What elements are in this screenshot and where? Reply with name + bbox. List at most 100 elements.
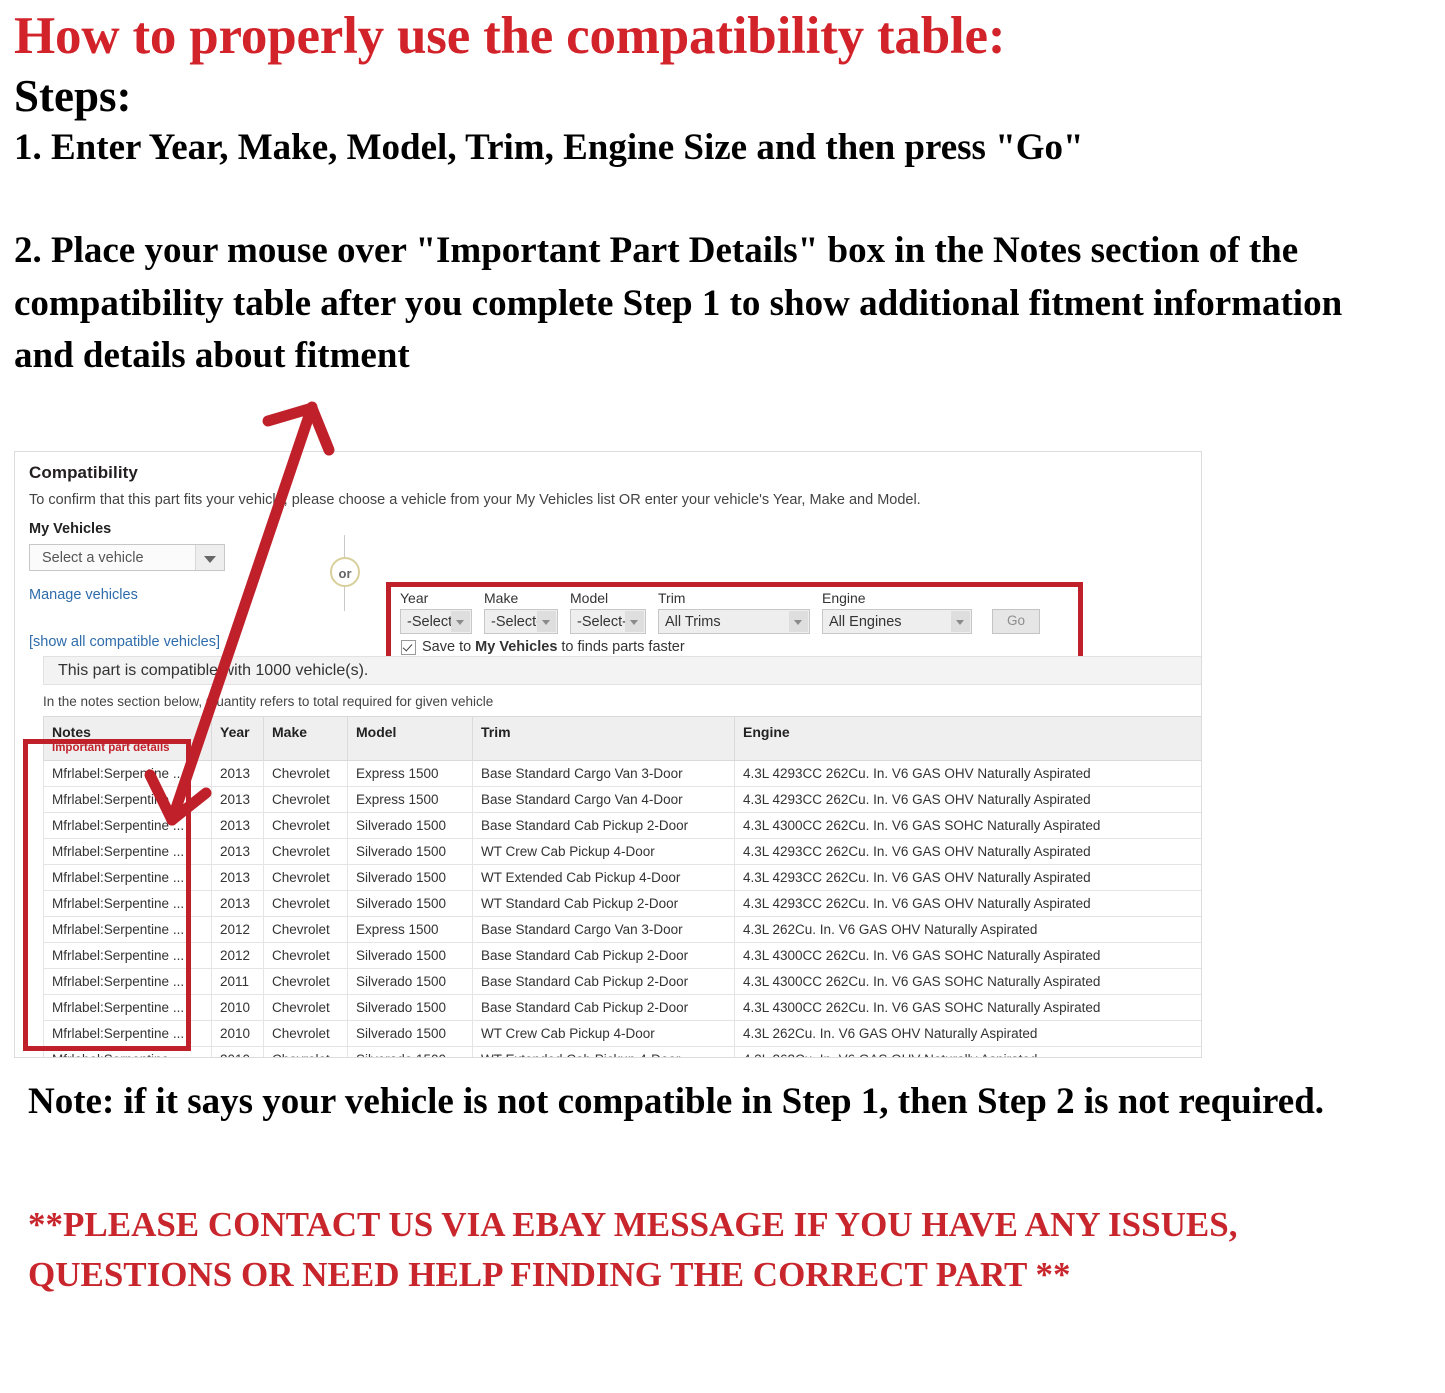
cell-make: Chevrolet [263,942,348,969]
cell-year: 2012 [211,916,264,943]
cell-notes[interactable]: Mfrlabel:Serpentine ... [43,968,212,995]
cell-model: Express 1500 [347,786,473,813]
table-row: Mfrlabel:Serpentine ...2010ChevroletSilv… [43,1046,1201,1057]
cell-engine: 4.3L 4300CC 262Cu. In. V6 GAS SOHC Natur… [734,968,1201,995]
save-text-bold: My Vehicles [475,639,558,655]
cell-model: Silverado 1500 [347,968,473,995]
cell-notes[interactable]: Mfrlabel:Serpentine ... [43,942,212,969]
cell-trim: WT Crew Cab Pickup 4-Door [472,838,735,865]
cell-trim: Base Standard Cargo Van 3-Door [472,760,735,787]
cell-make: Chevrolet [263,760,348,787]
cell-model: Silverado 1500 [347,1046,473,1057]
save-to-my-vehicles-row[interactable]: Save to My Vehicles to finds parts faste… [401,639,685,655]
compatibility-subtitle: To confirm that this part fits your vehi… [29,492,921,508]
col-header-engine[interactable]: Engine [734,716,1201,761]
cell-engine: 4.3L 262Cu. In. V6 GAS OHV Naturally Asp… [734,916,1201,943]
make-select[interactable]: -Select- [484,609,558,634]
field-trim: Trim All Trims [658,590,810,634]
cell-trim: Base Standard Cab Pickup 2-Door [472,812,735,839]
col-header-notes[interactable]: Notes Important part details [43,716,212,761]
cell-model: Silverado 1500 [347,1020,473,1047]
cell-engine: 4.3L 262Cu. In. V6 GAS OHV Naturally Asp… [734,1020,1201,1047]
cell-year: 2010 [211,994,264,1021]
cell-year: 2013 [211,838,264,865]
chevron-down-icon [951,611,970,632]
table-row: Mfrlabel:Serpentine ... 2013 Chevrolet Silv… [43,864,1201,891]
cell-year: 2013 [211,812,264,839]
table-row: Mfrlabel:Serpentine ... 2013 Chevrolet Silv… [43,890,1201,917]
col-header-trim[interactable]: Trim [472,716,735,761]
trim-select[interactable]: All Trims [658,609,810,634]
field-year: Year -Select- [400,590,472,634]
go-button[interactable]: Go [992,609,1040,634]
cell-model: Express 1500 [347,916,473,943]
cell-year: 2010 [211,1046,264,1057]
year-value: -Select- [407,614,457,630]
cell-notes[interactable]: Mfrlabel:Serpentine ... [43,786,212,813]
model-label: Model [570,590,609,606]
cell-make: Chevrolet [263,838,348,865]
quantity-note: In the notes section below, Quantity ref… [43,694,494,709]
cell-model: Silverado 1500 [347,890,473,917]
cell-engine: 4.3L 4293CC 262Cu. In. V6 GAS OHV Natura… [734,760,1201,787]
field-model: Model -Select- [570,590,646,634]
cell-notes[interactable]: Mfrlabel:Serpentine ... [43,1046,212,1057]
my-vehicles-label: My Vehicles [29,521,112,537]
cell-model: Express 1500 [347,760,473,787]
cell-year: 2013 [211,760,264,787]
save-checkbox[interactable] [401,639,416,655]
col-header-model[interactable]: Model [347,716,473,761]
compatibility-panel: Compatibility To confirm that this part … [14,451,1202,1058]
cell-model: Silverado 1500 [347,942,473,969]
col-header-make[interactable]: Make [263,716,348,761]
cell-notes[interactable]: Mfrlabel:Serpentine ... [43,1020,212,1047]
cell-make: Chevrolet [263,864,348,891]
steps-label: Steps: [14,71,132,122]
cell-make: Chevrolet [263,968,348,995]
page-title: How to properly use the compatibility ta… [14,7,1006,65]
table-row: Mfrlabel:Serpentine ...2010ChevroletSilv… [43,1020,1201,1047]
engine-select[interactable]: All Engines [822,609,972,634]
make-value: -Select- [491,614,541,630]
note-text: Note: if it says your vehicle is not com… [28,1081,1325,1122]
or-badge: or [330,557,360,587]
vehicle-select[interactable]: Select a vehicle [29,544,225,571]
cell-notes[interactable]: Mfrlabel:Serpentine ... [43,890,212,917]
my-vehicles-column: My Vehicles Select a vehicle Manage vehi… [29,521,289,650]
table-row: Mfrlabel:Serpentine ... 2013 Chevrolet Expr… [43,760,1201,787]
field-engine: Engine All Engines [822,590,972,634]
show-all-compatible-vehicles-link[interactable]: [show all compatible vehicles] [29,634,289,650]
important-part-details-label: Important part details [52,742,170,754]
col-header-year[interactable]: Year [211,716,264,761]
cell-make: Chevrolet [263,994,348,1021]
fitment-table: Notes Important part details Year Make M… [43,716,1201,1057]
table-row: Mfrlabel:Serpentine ... 2012 Chevrolet Silv… [43,942,1201,969]
chevron-down-icon [451,611,470,632]
table-row: Mfrlabel:Serpentine ... 2013 Chevrolet Silv… [43,812,1201,839]
manage-vehicles-link[interactable]: Manage vehicles [29,587,289,603]
compatibility-heading: Compatibility [29,463,138,482]
cell-engine: 4.3L 4300CC 262Cu. In. V6 GAS SOHC Natur… [734,812,1201,839]
cell-notes[interactable]: Mfrlabel:Serpentine ... [43,760,212,787]
table-row: Mfrlabel:Serpentine ... 2012 Chevrolet Expr… [43,916,1201,943]
cell-notes[interactable]: Mfrlabel:Serpentine ... [43,916,212,943]
chevron-down-icon [625,611,644,632]
save-text-after: to finds parts faster [561,639,685,655]
notes-header-label: Notes [52,724,91,740]
compatible-count-bar: This part is compatible with 1000 vehicl… [43,656,1201,685]
cell-year: 2012 [211,942,264,969]
cell-notes[interactable]: Mfrlabel:Serpentine ... [43,838,212,865]
trim-label: Trim [658,590,686,606]
cell-notes[interactable]: Mfrlabel:Serpentine ... [43,864,212,891]
model-select[interactable]: -Select- [570,609,646,634]
year-select[interactable]: -Select- [400,609,472,634]
cell-engine: 4.3L 4300CC 262Cu. In. V6 GAS SOHC Natur… [734,942,1201,969]
cell-notes[interactable]: Mfrlabel:Serpentine ... [43,994,212,1021]
cell-trim: Base Standard Cab Pickup 2-Door [472,968,735,995]
cell-trim: Base Standard Cargo Van 3-Door [472,916,735,943]
cell-trim: WT Extended Cab Pickup 4-Door [472,1046,735,1057]
trim-value: All Trims [665,614,721,630]
cell-notes[interactable]: Mfrlabel:Serpentine ... [43,812,212,839]
vehicle-filter-fields: Year -Select- Make -Select- Model -Selec… [400,590,1040,634]
field-make: Make -Select- [484,590,558,634]
